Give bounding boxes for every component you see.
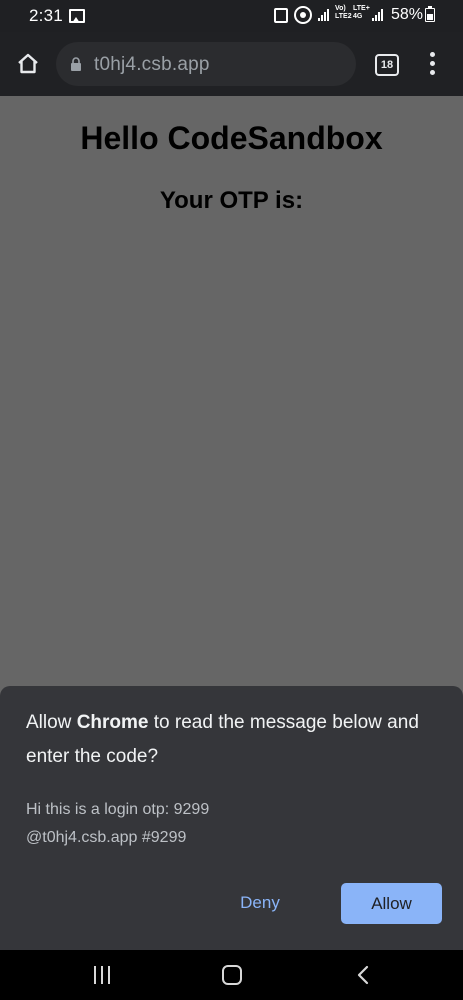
hotspot-icon (294, 6, 312, 24)
nav-bar (0, 950, 463, 1000)
nav-home-icon[interactable] (222, 965, 242, 985)
volte-label-bottom: LTE2 (335, 13, 352, 20)
sheet-message: Hi this is a login otp: 9299 @t0hj4.csb.… (26, 796, 436, 852)
lte-label-bottom: 4G (353, 13, 363, 20)
back-chevron-icon (357, 965, 369, 985)
sheet-title-prefix: Allow (26, 712, 77, 733)
battery-percent: 58% (391, 6, 424, 23)
sms-consent-sheet: Allow Chrome to read the message below a… (0, 686, 463, 950)
web-page: Hello CodeSandbox Your OTP is: (0, 96, 463, 686)
message-line-2: @t0hj4.csb.app #9299 (26, 829, 187, 846)
phone-screen: 2:31 Vo) LTE2 LTE+ 4G 58% t0hj4.csb.app … (0, 0, 463, 1000)
allow-button[interactable]: Allow (341, 883, 442, 924)
volte-label: Vo) LTE2 (335, 5, 352, 21)
signal-icon (318, 9, 329, 21)
page-subheading: Your OTP is: (159, 187, 304, 214)
battery-icon (425, 6, 435, 22)
message-line-1: Hi this is a login otp: 9299 (26, 801, 210, 818)
status-bar: 2:31 Vo) LTE2 LTE+ 4G 58% (0, 0, 463, 32)
home-button[interactable] (12, 48, 44, 80)
sheet-title-app: Chrome (76, 712, 149, 733)
browser-toolbar: t0hj4.csb.app 18 (0, 32, 463, 96)
nav-recents-icon[interactable] (91, 966, 113, 984)
sheet-title: Allow Chrome to read the message below a… (26, 706, 436, 774)
home-icon (18, 53, 38, 74)
page-heading: Hello CodeSandbox (80, 120, 383, 156)
volte-label-top: Vo) (335, 5, 346, 12)
deny-button[interactable]: Deny (222, 883, 298, 923)
lock-icon (71, 57, 81, 71)
lte-label-top: LTE+ (353, 5, 370, 12)
tab-count: 18 (380, 59, 394, 71)
status-time: 2:31 (29, 6, 63, 25)
signal-icon (372, 9, 383, 21)
nav-back-icon[interactable] (354, 965, 374, 985)
url-text: t0hj4.csb.app (94, 54, 210, 75)
tab-switcher-icon[interactable]: 18 (375, 54, 399, 76)
more-vert-icon[interactable] (428, 52, 438, 76)
gallery-icon (69, 9, 85, 23)
lte-label: LTE+ 4G (353, 5, 370, 21)
url-bar[interactable]: t0hj4.csb.app (56, 42, 356, 86)
lock-notif-icon (274, 8, 288, 23)
